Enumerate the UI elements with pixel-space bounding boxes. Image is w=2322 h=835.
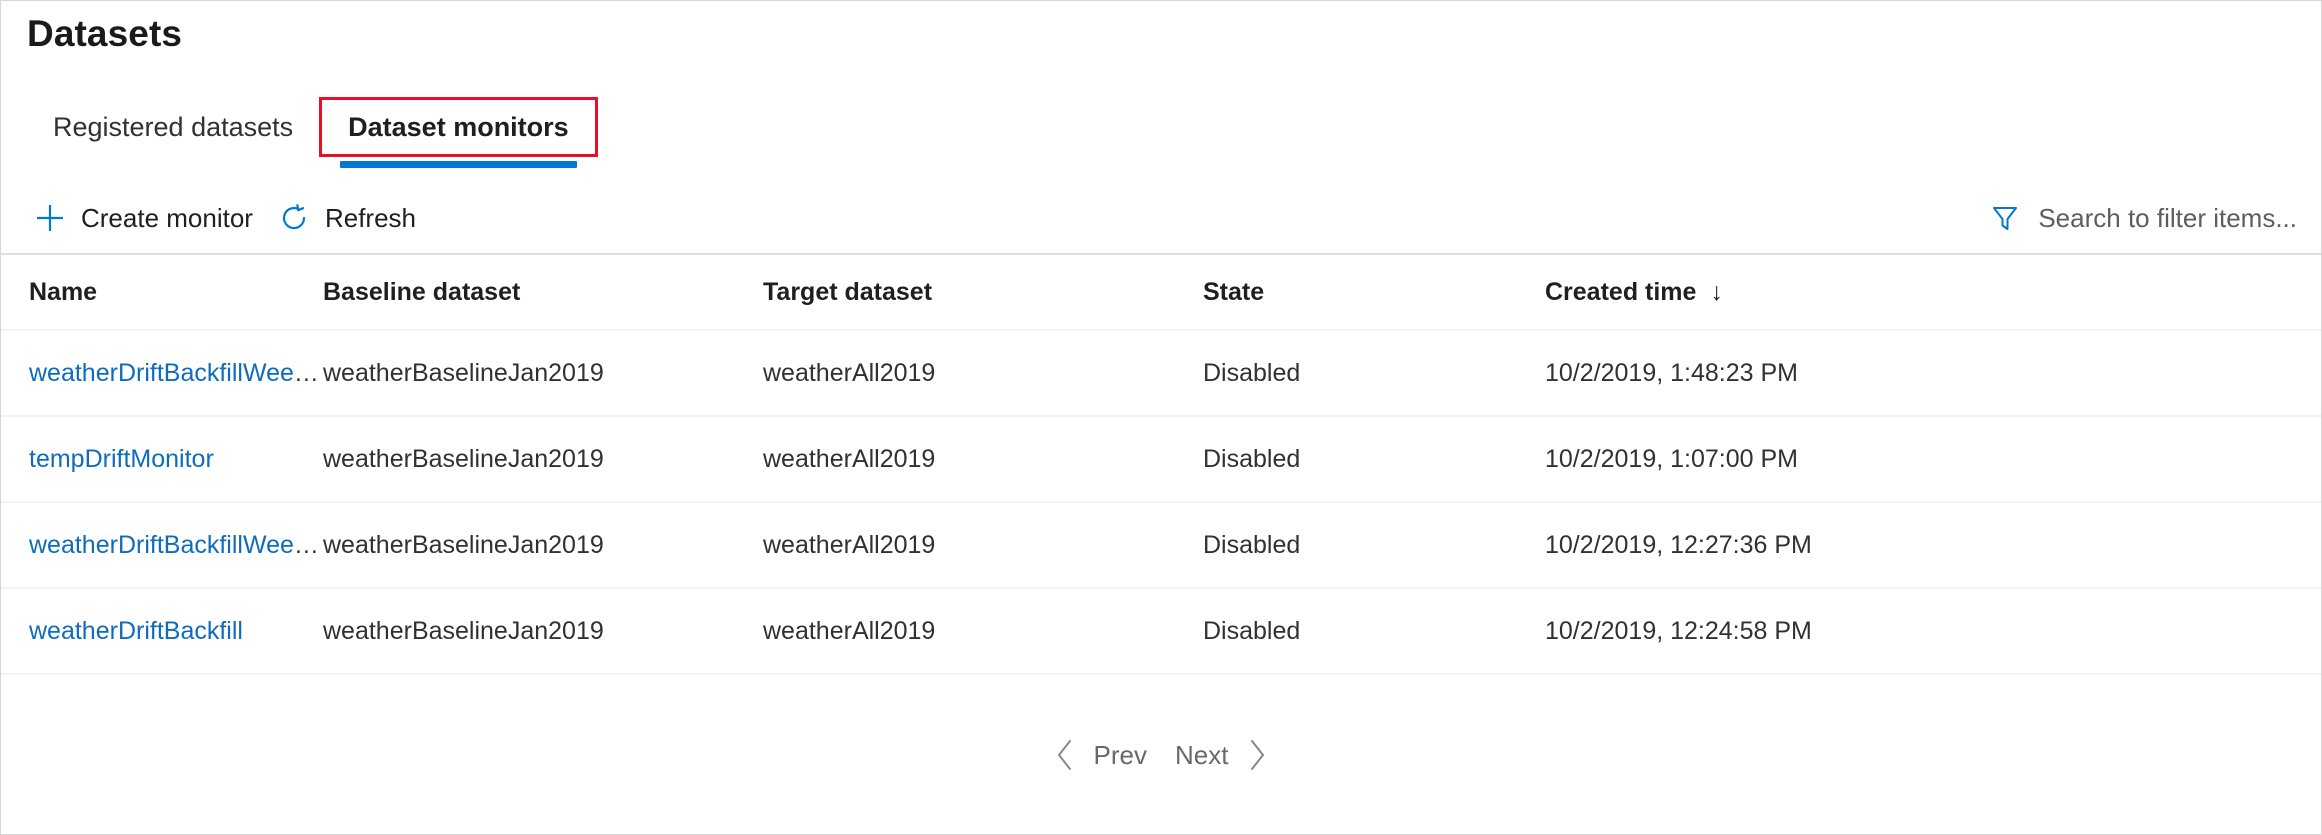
tab-label: Dataset monitors bbox=[348, 112, 569, 143]
tab-registered-datasets[interactable]: Registered datasets bbox=[27, 97, 319, 157]
monitor-name-link[interactable]: weatherDriftBackfillWeekly2 bbox=[29, 359, 323, 387]
command-bar: Create monitor Refresh S bbox=[1, 184, 2321, 252]
table-row[interactable]: weatherDriftBackfillWeekly2 weatherBasel… bbox=[1, 331, 2321, 417]
datasets-page: Datasets Registered datasets Dataset mon… bbox=[0, 0, 2322, 835]
pagination: Prev Next bbox=[1, 723, 2321, 787]
cell-name: tempDriftMonitor bbox=[29, 445, 323, 474]
tab-selected-underline bbox=[340, 161, 577, 168]
command-bar-left: Create monitor Refresh bbox=[21, 184, 428, 252]
tab-label: Registered datasets bbox=[53, 112, 293, 143]
refresh-icon bbox=[277, 201, 311, 235]
column-header-baseline-dataset[interactable]: Baseline dataset bbox=[323, 278, 763, 307]
cell-state: Disabled bbox=[1203, 531, 1545, 560]
filter-funnel-icon bbox=[1988, 201, 2022, 235]
monitor-name-link[interactable]: weatherDriftBackfillWeekly bbox=[29, 531, 323, 559]
cell-state: Disabled bbox=[1203, 445, 1545, 474]
tab-dataset-monitors[interactable]: Dataset monitors bbox=[319, 97, 598, 157]
refresh-button[interactable]: Refresh bbox=[265, 189, 428, 247]
prev-page-label: Prev bbox=[1094, 740, 1147, 771]
table-row[interactable]: weatherDriftBackfillWeekly weatherBaseli… bbox=[1, 503, 2321, 589]
prev-page-button[interactable]: Prev bbox=[1042, 732, 1157, 778]
cell-name: weatherDriftBackfillWeekly2 bbox=[29, 359, 323, 388]
monitor-name-link[interactable]: weatherDriftBackfill bbox=[29, 617, 243, 645]
tab-list: Registered datasets Dataset monitors bbox=[27, 97, 598, 171]
cell-state: Disabled bbox=[1203, 617, 1545, 646]
plus-icon bbox=[33, 201, 67, 235]
column-header-label: Target dataset bbox=[763, 278, 932, 307]
column-header-label: State bbox=[1203, 278, 1264, 307]
refresh-label: Refresh bbox=[325, 203, 416, 234]
cell-created-time: 10/2/2019, 1:07:00 PM bbox=[1545, 445, 2321, 474]
cell-created-time: 10/2/2019, 1:48:23 PM bbox=[1545, 359, 2321, 388]
cell-name: weatherDriftBackfillWeekly bbox=[29, 531, 323, 560]
cell-baseline-dataset: weatherBaselineJan2019 bbox=[323, 617, 763, 646]
column-header-target-dataset[interactable]: Target dataset bbox=[763, 278, 1203, 307]
next-page-button[interactable]: Next bbox=[1165, 732, 1280, 778]
cell-target-dataset: weatherAll2019 bbox=[763, 359, 1203, 388]
cell-name: weatherDriftBackfill bbox=[29, 617, 323, 646]
cell-created-time: 10/2/2019, 12:27:36 PM bbox=[1545, 531, 2321, 560]
cell-state: Disabled bbox=[1203, 359, 1545, 388]
cell-target-dataset: weatherAll2019 bbox=[763, 617, 1203, 646]
column-header-label: Name bbox=[29, 278, 97, 307]
column-header-name[interactable]: Name bbox=[29, 278, 323, 307]
create-monitor-button[interactable]: Create monitor bbox=[21, 189, 265, 247]
column-header-label: Created time bbox=[1545, 278, 1696, 307]
cell-target-dataset: weatherAll2019 bbox=[763, 445, 1203, 474]
sort-descending-icon: ↓ bbox=[1710, 280, 1723, 305]
search-filter-input[interactable]: Search to filter items... bbox=[1982, 195, 2303, 241]
search-filter-placeholder: Search to filter items... bbox=[2038, 203, 2297, 234]
table-row[interactable]: tempDriftMonitor weatherBaselineJan2019 … bbox=[1, 417, 2321, 503]
cell-baseline-dataset: weatherBaselineJan2019 bbox=[323, 445, 763, 474]
column-header-created-time[interactable]: Created time ↓ bbox=[1545, 278, 2321, 307]
next-page-label: Next bbox=[1175, 740, 1228, 771]
table-row[interactable]: weatherDriftBackfill weatherBaselineJan2… bbox=[1, 589, 2321, 675]
create-monitor-label: Create monitor bbox=[81, 203, 253, 234]
cell-target-dataset: weatherAll2019 bbox=[763, 531, 1203, 560]
column-header-state[interactable]: State bbox=[1203, 278, 1545, 307]
column-header-label: Baseline dataset bbox=[323, 278, 520, 307]
table-header-row: Name Baseline dataset Target dataset Sta… bbox=[1, 253, 2321, 331]
cell-baseline-dataset: weatherBaselineJan2019 bbox=[323, 531, 763, 560]
chevron-right-icon bbox=[1244, 738, 1270, 772]
cell-baseline-dataset: weatherBaselineJan2019 bbox=[323, 359, 763, 388]
monitor-name-link[interactable]: tempDriftMonitor bbox=[29, 445, 214, 473]
cell-created-time: 10/2/2019, 12:24:58 PM bbox=[1545, 617, 2321, 646]
chevron-left-icon bbox=[1052, 738, 1078, 772]
page-title: Datasets bbox=[27, 13, 182, 55]
command-bar-right: Search to filter items... bbox=[1982, 184, 2303, 252]
dataset-monitors-table: Name Baseline dataset Target dataset Sta… bbox=[1, 253, 2321, 675]
